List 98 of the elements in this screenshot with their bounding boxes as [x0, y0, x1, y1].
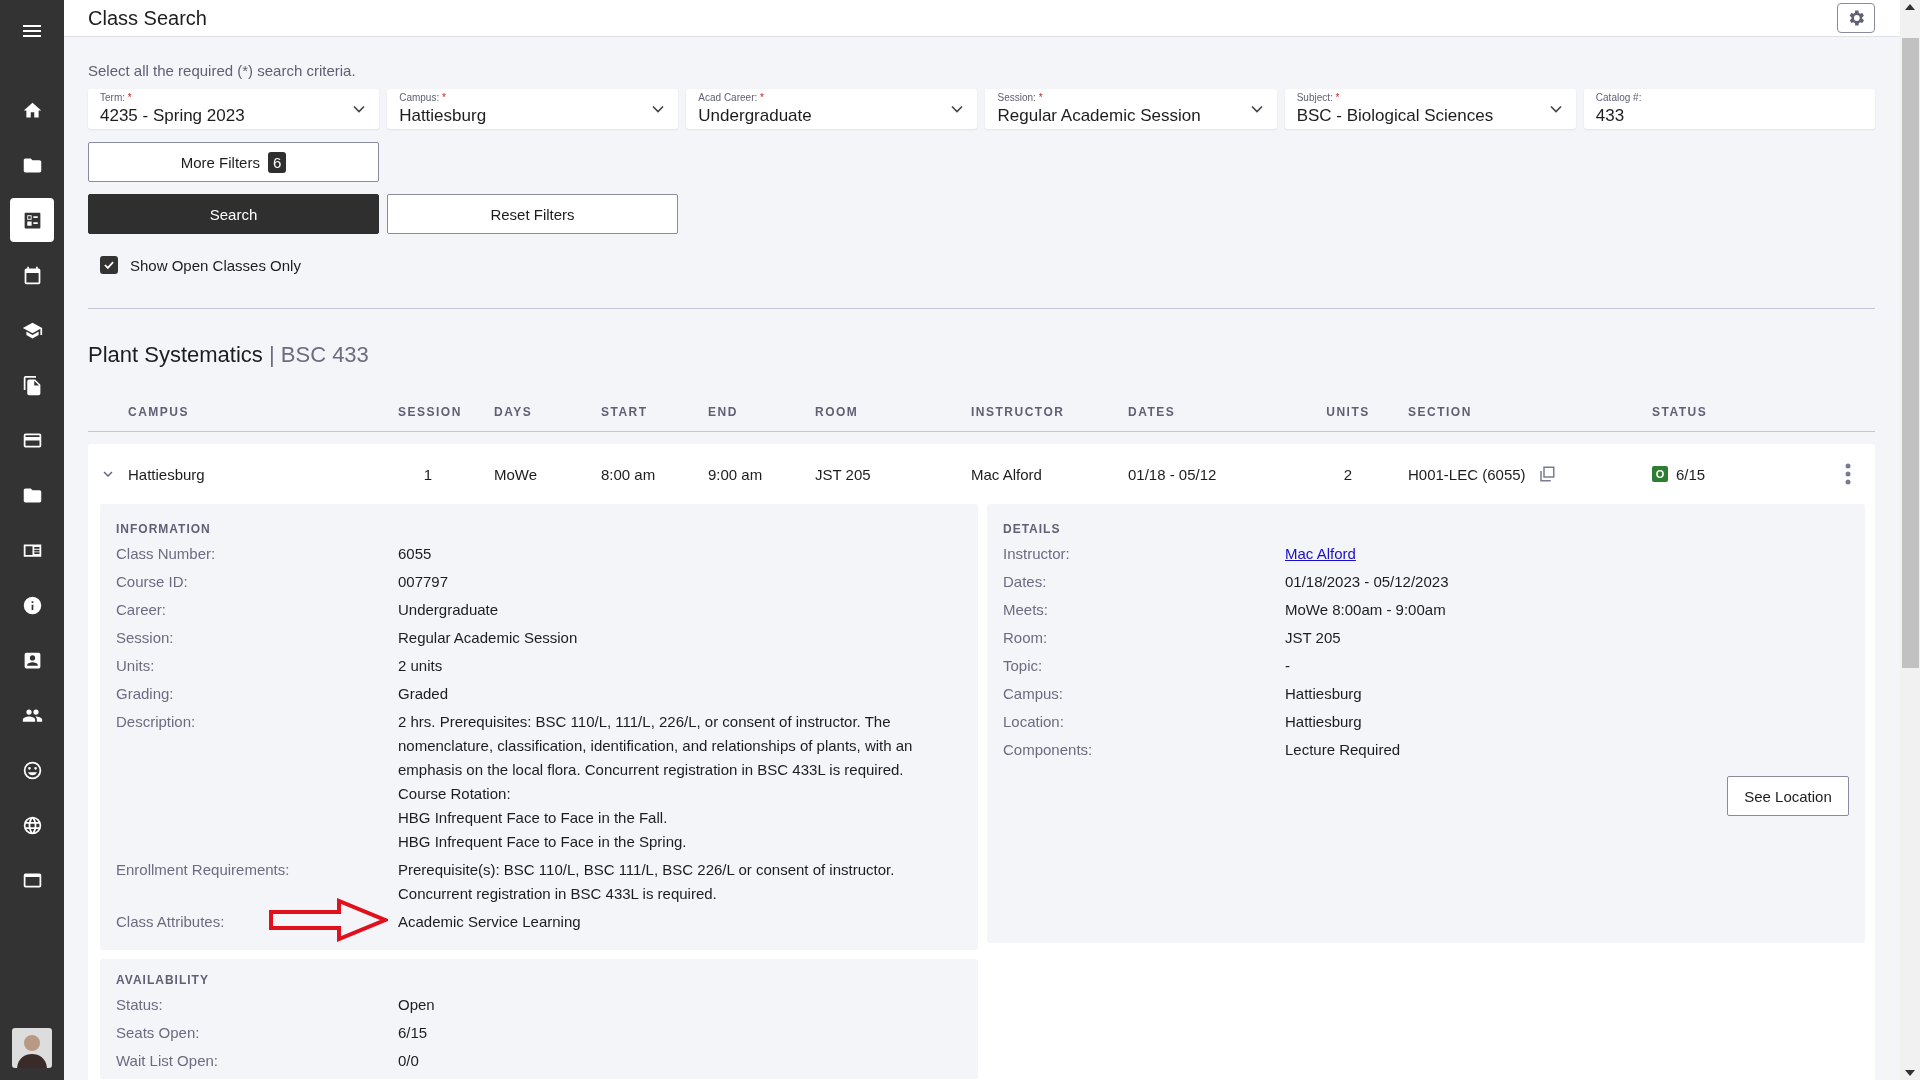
field-label: Class Attributes:	[116, 913, 225, 930]
table-cell-text: Mac Alford	[971, 465, 1043, 483]
field-label: Wait List Open:	[116, 1051, 219, 1071]
field-value: Hattiesburg	[1285, 684, 1362, 704]
field-label: Campus:	[1003, 684, 1065, 704]
instructions-text: Select all the required (*) search criteria.	[88, 62, 357, 79]
checkbox-label: Show Open Classes Only	[130, 256, 301, 274]
scroll-down-icon[interactable]	[1905, 1070, 1915, 1076]
checkbox[interactable]	[100, 256, 118, 274]
select-field[interactable]: Subject: * BSC - Biological Sciences	[1284, 89, 1576, 129]
field-value: 0/0	[398, 1051, 419, 1071]
reset-filters-button[interactable]: Reset Filters	[387, 194, 678, 234]
field-label: Instructor:	[1003, 544, 1071, 564]
field-value: JST 205	[1285, 628, 1341, 648]
settings-button[interactable]	[1837, 3, 1875, 33]
table-cell-text: Hattiesburg	[128, 465, 206, 483]
table-cell-text: 2	[1342, 465, 1354, 483]
column-header: CAMPUS	[128, 405, 190, 419]
field-value: Graded	[398, 684, 449, 704]
avatar-silhouette[interactable]	[12, 1028, 52, 1068]
column-header: SESSION	[398, 405, 463, 419]
field-value: 6/15	[398, 1023, 428, 1043]
panel-heading: DETAILS	[1003, 522, 1062, 536]
field-label: Status:	[116, 995, 164, 1015]
table-cell-text: 01/18 - 05/12	[1128, 465, 1218, 483]
table-cell: H001-LEC (6055)	[1408, 465, 1526, 483]
field-label: Career:	[116, 601, 167, 618]
column-header: DATES	[1128, 405, 1177, 419]
select-field[interactable]: Campus: * Hattiesburg	[387, 89, 679, 129]
table-cell-text: JST 205	[815, 465, 872, 483]
field-label: Enrollment Requirements:	[116, 861, 290, 878]
field-label: Meets:	[1003, 600, 1049, 620]
field-value: Academic Service Learning	[398, 912, 581, 932]
scrollbar[interactable]	[1900, 0, 1920, 1080]
field-value: 2 units	[398, 656, 443, 676]
table-cell-text: 1	[422, 465, 434, 483]
table-cell-text: MoWe	[494, 465, 539, 483]
table-cell: 6/15	[1676, 465, 1706, 483]
column-header: ROOM	[815, 405, 860, 419]
course-title: Plant Systematics | BSC 433	[88, 342, 370, 368]
field-value: Course Rotation:	[398, 784, 512, 804]
field-label: Course ID:	[116, 573, 188, 590]
more-filters-button[interactable]: More Filters 6	[88, 142, 379, 182]
status-badge: O	[1652, 466, 1668, 482]
field-value: Hattiesburg	[1285, 712, 1362, 732]
input-field[interactable]: Catalog #: 433	[1583, 89, 1875, 129]
field-label: Components:	[1003, 740, 1094, 760]
info-icon	[21, 594, 43, 616]
field-value: Open	[398, 995, 435, 1015]
column-header: END	[708, 405, 739, 419]
field-value: 6055	[398, 544, 432, 564]
panel-heading: AVAILABILITY	[116, 973, 210, 987]
field-value: 007797	[398, 572, 449, 592]
field-label: Description:	[116, 713, 196, 730]
field-label: Seats Open:	[116, 1023, 201, 1043]
field-value: MoWe 8:00am - 9:00am	[1285, 600, 1446, 620]
field-value: -	[1285, 656, 1290, 676]
page-title: Class Search	[88, 6, 207, 30]
table-cell-text: 8:00 am	[601, 465, 657, 483]
field-label: Location:	[1003, 712, 1065, 732]
field-label: Units:	[116, 657, 155, 674]
column-header: STATUS	[1652, 405, 1709, 419]
sidebar-item[interactable]	[10, 198, 54, 242]
field-value: Regular Academic Session	[398, 628, 578, 648]
copy-icon[interactable]	[1537, 465, 1556, 483]
field-label: Room:	[1003, 628, 1049, 648]
search-button[interactable]: Search	[88, 194, 379, 234]
smiley-icon	[21, 759, 43, 781]
documents-icon	[21, 374, 43, 396]
field-value: Prerequisite(s): BSC 110/L, BSC 111/L, BSC 226/L or consent of instructor.	[398, 860, 895, 880]
column-header: INSTRUCTOR	[971, 405, 1066, 419]
filter-count: 6	[267, 151, 287, 173]
field-value: 01/18/2023 - 05/12/2023	[1285, 572, 1449, 592]
instructor-link[interactable]: Mac Alford	[1285, 542, 1356, 566]
field-label: Topic:	[1003, 656, 1044, 676]
field-label: Class Number:	[116, 545, 216, 562]
panel-heading: INFORMATION	[116, 522, 212, 536]
field-label: Session:	[116, 629, 174, 646]
see-location-button[interactable]: See Location	[1727, 776, 1849, 816]
field-value: HBG Infrequent Face to Face in the Fall.	[398, 808, 669, 828]
column-header: UNITS	[1325, 405, 1371, 419]
field-value: Undergraduate	[398, 600, 499, 620]
column-header: START	[601, 405, 649, 419]
select-field[interactable]: Acad Career: * Undergraduate	[686, 89, 978, 129]
table-cell-text: 9:00 am	[708, 465, 764, 483]
field-value: Lecture Required	[1285, 740, 1401, 760]
scroll-up-icon[interactable]	[1905, 4, 1915, 10]
column-header: SECTION	[1407, 405, 1473, 419]
globe-icon	[21, 814, 43, 836]
more-options-icon[interactable]	[1845, 462, 1851, 486]
field-value: Concurrent registration in BSC 433L is required.	[398, 884, 718, 904]
select-field[interactable]: Term: * 4235 - Spring 2023	[88, 89, 380, 129]
field-label: Grading:	[116, 685, 174, 702]
field-value: HBG Infrequent Face to Face in the Spring.	[398, 832, 688, 852]
select-field[interactable]: Session: * Regular Academic Session	[985, 89, 1277, 129]
column-header: DAYS	[494, 405, 534, 419]
field-label: Dates:	[1003, 572, 1048, 592]
field-value: 2 hrs. Prerequisites: BSC 110/L, 111/L, 226/L, or consent of instructor. The nomenclature, classification, identification, and relationships of plants, with an emphasis on the local flora. Concurrent registration in BSC 433L is required.	[398, 712, 914, 780]
